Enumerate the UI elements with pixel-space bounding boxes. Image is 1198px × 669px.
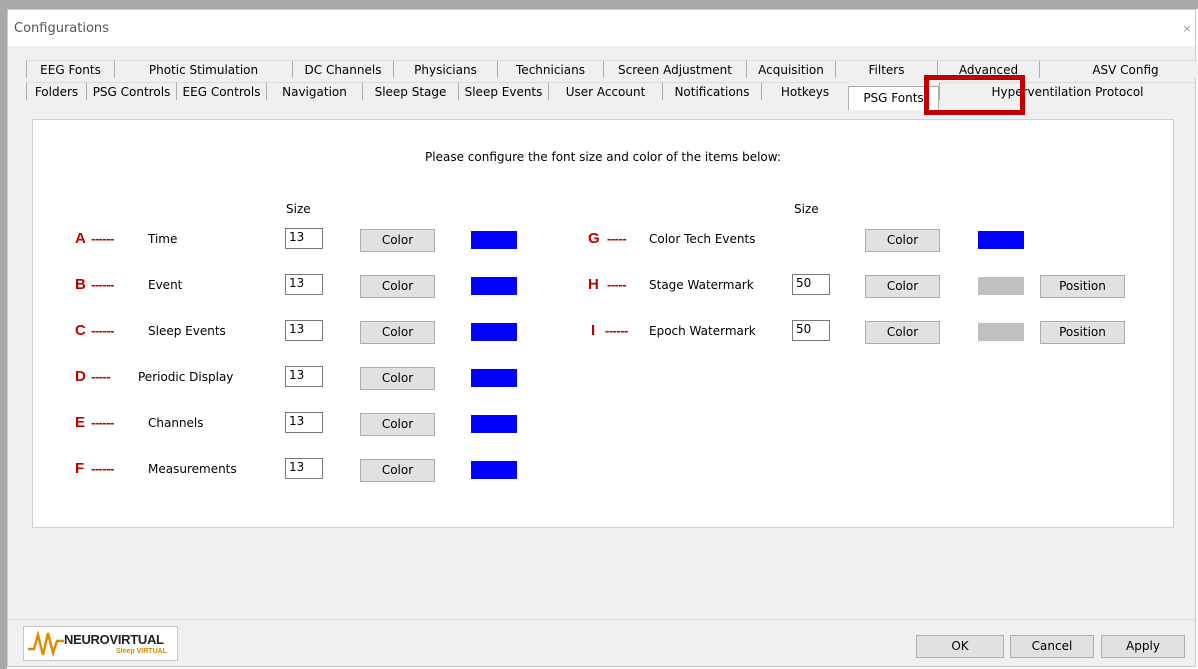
logo-sub-text: Sleep VIRTUAL	[116, 648, 167, 655]
color-tech-events-color-button[interactable]: Color	[865, 229, 940, 252]
stage-watermark-label: Stage Watermark	[649, 278, 754, 292]
sleep-events-label: Sleep Events	[148, 324, 226, 338]
epoch-watermark-label: Epoch Watermark	[649, 324, 756, 338]
event-label: Event	[148, 278, 183, 292]
color-tech-events-color-swatch	[978, 231, 1024, 249]
size-header-right: Size	[794, 202, 819, 216]
measurements-size-input[interactable]: 13	[285, 458, 323, 479]
time-color-swatch	[471, 231, 517, 249]
ok-button[interactable]: OK	[916, 635, 1004, 658]
tab-navigation[interactable]: Navigation	[266, 82, 362, 100]
channels-color-swatch	[471, 415, 517, 433]
annotation-letter-i: I	[591, 322, 596, 339]
annotation-dashes: ------	[91, 323, 114, 338]
measurements-label: Measurements	[148, 462, 237, 476]
periodic-display-label: Periodic Display	[138, 370, 234, 384]
psg-fonts-highlight-box	[924, 75, 1025, 115]
epoch-watermark-color-swatch	[978, 323, 1024, 341]
channels-size-input[interactable]: 13	[285, 412, 323, 433]
annotation-dashes: ------	[91, 231, 114, 246]
tab-screen-adjustment[interactable]: Screen Adjustment	[603, 60, 746, 78]
stage-watermark-color-swatch	[978, 277, 1024, 295]
tab-acquisition[interactable]: Acquisition	[746, 60, 835, 78]
size-header-left: Size	[286, 202, 311, 216]
event-color-button[interactable]: Color	[360, 275, 435, 298]
periodic-display-color-button[interactable]: Color	[360, 367, 435, 390]
color-tech-events-label: Color Tech Events	[649, 232, 756, 246]
stage-watermark-color-button[interactable]: Color	[865, 275, 940, 298]
tab-notifications[interactable]: Notifications	[662, 82, 761, 100]
sleep-events-color-button[interactable]: Color	[360, 321, 435, 344]
tab-eeg-fonts[interactable]: EEG Fonts	[26, 60, 114, 78]
annotation-letter-b: B	[75, 276, 86, 293]
screen-frame-left	[0, 0, 7, 669]
tab-physicians[interactable]: Physicians	[393, 60, 497, 78]
tab-photic-stimulation[interactable]: Photic Stimulation	[114, 60, 292, 78]
tab-asv-config[interactable]: ASV Config	[1039, 60, 1198, 78]
tab-folders[interactable]: Folders	[26, 82, 86, 100]
sleep-events-color-swatch	[471, 323, 517, 341]
tab-user-account[interactable]: User Account	[548, 82, 662, 100]
epoch-watermark-position-button[interactable]: Position	[1040, 321, 1125, 344]
channels-color-button[interactable]: Color	[360, 413, 435, 436]
window-title: Configurations	[14, 21, 109, 36]
psg-fonts-panel: Please configure the font size and color…	[32, 119, 1174, 528]
logo-main-text: NEUROVIRTUAL	[64, 632, 164, 647]
tab-eeg-controls[interactable]: EEG Controls	[176, 82, 266, 100]
event-color-swatch	[471, 277, 517, 295]
annotation-dashes: ------	[91, 415, 114, 430]
tab-filters[interactable]: Filters	[835, 60, 937, 78]
periodic-display-size-input[interactable]: 13	[285, 366, 323, 387]
tab-dc-channels[interactable]: DC Channels	[292, 60, 393, 78]
screen-frame-top	[0, 0, 1198, 9]
annotation-letter-h: H	[588, 276, 599, 293]
tab-sleep-events[interactable]: Sleep Events	[458, 82, 548, 100]
apply-button[interactable]: Apply	[1101, 635, 1185, 658]
annotation-letter-a: A	[75, 230, 86, 247]
time-label: Time	[148, 232, 178, 246]
title-bar: Configurations ×	[8, 10, 1195, 46]
time-size-input[interactable]: 13	[285, 228, 323, 249]
measurements-color-swatch	[471, 461, 517, 479]
annotation-dashes: ------	[605, 323, 628, 338]
close-icon[interactable]: ×	[1179, 21, 1195, 37]
channels-label: Channels	[148, 416, 204, 430]
annotation-dashes: ------	[91, 277, 114, 292]
neurovirtual-logo: NEUROVIRTUAL Sleep VIRTUAL	[23, 626, 178, 661]
tab-technicians[interactable]: Technicians	[497, 60, 603, 78]
annotation-letter-e: E	[75, 414, 86, 431]
epoch-watermark-size-input[interactable]: 50	[792, 320, 830, 341]
tab-hotkeys[interactable]: Hotkeys	[761, 82, 848, 100]
annotation-dashes: ------	[91, 461, 114, 476]
configurations-window: Configurations × EEG Fonts Photic Stimula…	[7, 9, 1198, 667]
tab-psg-controls[interactable]: PSG Controls	[86, 82, 176, 100]
cancel-button[interactable]: Cancel	[1010, 635, 1094, 658]
measurements-color-button[interactable]: Color	[360, 459, 435, 482]
logo-wave-icon	[28, 630, 64, 658]
stage-watermark-position-button[interactable]: Position	[1040, 275, 1125, 298]
stage-watermark-size-input[interactable]: 50	[792, 274, 830, 295]
annotation-dashes: -----	[91, 369, 111, 384]
annotation-dashes: -----	[607, 277, 627, 292]
event-size-input[interactable]: 13	[285, 274, 323, 295]
epoch-watermark-color-button[interactable]: Color	[865, 321, 940, 344]
sleep-events-size-input[interactable]: 13	[285, 320, 323, 341]
annotation-letter-d: D	[75, 368, 86, 385]
annotation-letter-g: G	[588, 230, 600, 247]
tab-sleep-stage[interactable]: Sleep Stage	[362, 82, 458, 100]
annotation-dashes: -----	[607, 231, 627, 246]
instruction-text: Please configure the font size and color…	[425, 150, 781, 164]
annotation-letter-c: C	[75, 322, 86, 339]
periodic-display-color-swatch	[471, 369, 517, 387]
time-color-button[interactable]: Color	[360, 229, 435, 252]
footer-divider	[8, 619, 1195, 620]
annotation-letter-f: F	[75, 460, 85, 477]
